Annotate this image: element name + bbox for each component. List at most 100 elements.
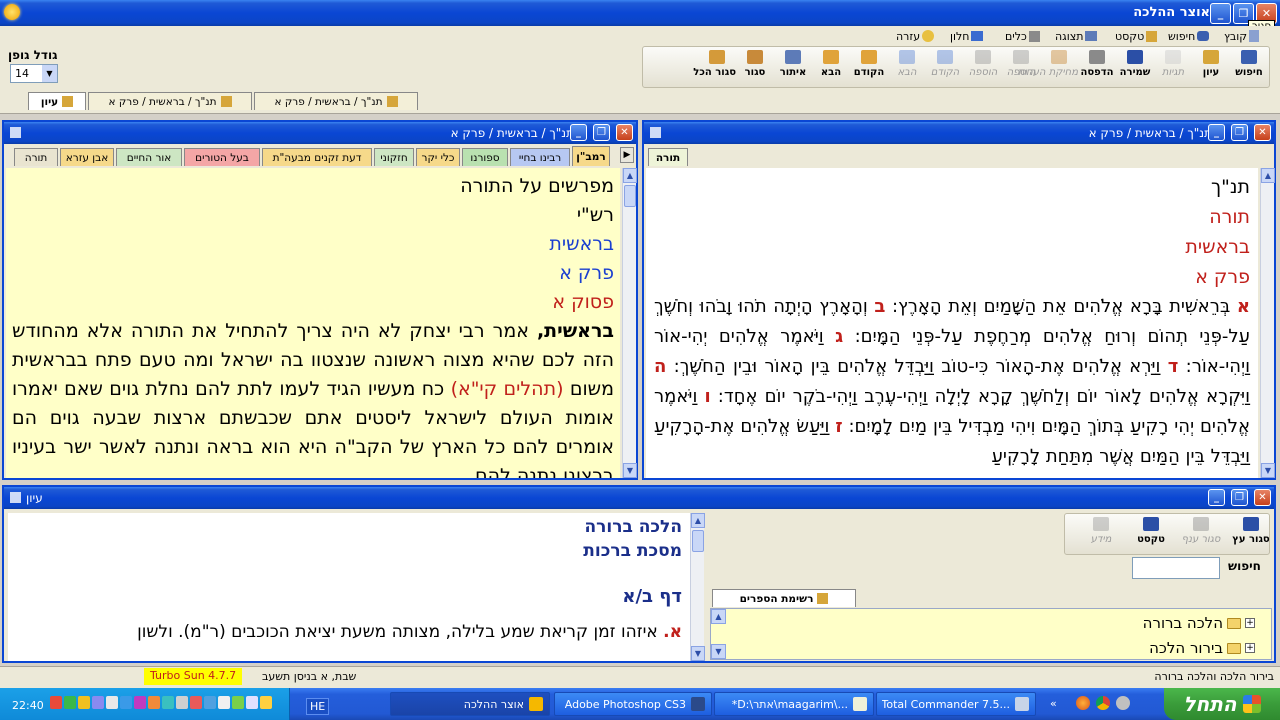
menu-search[interactable]: חיפוש xyxy=(1168,29,1210,43)
tray-icon[interactable] xyxy=(232,696,244,709)
commentary-tab-9[interactable]: תורה xyxy=(14,148,58,166)
tray-icon[interactable] xyxy=(106,696,118,709)
commentary-tab-2[interactable]: ספורנו xyxy=(462,148,508,166)
tray-icon[interactable] xyxy=(120,696,132,709)
taskbar-task-2[interactable]: Adobe Photoshop CS3 xyxy=(554,692,712,716)
menu-file[interactable]: קובץ xyxy=(1224,29,1260,43)
menu-window[interactable]: חלון xyxy=(950,29,984,43)
minimize-button[interactable]: _ xyxy=(1210,3,1231,24)
tree-node[interactable]: + הלכה ברורה xyxy=(1143,613,1255,633)
commentary-tab-8[interactable]: אבן עזרא xyxy=(60,148,114,166)
language-indicator[interactable]: HE xyxy=(306,698,330,715)
menu-view[interactable]: תצוגה xyxy=(1055,29,1098,43)
verse-number[interactable]: ז xyxy=(835,416,842,437)
left-maximize-button[interactable]: ❐ xyxy=(593,124,610,141)
tree-toolbar-button-0[interactable]: סגור עץ xyxy=(1228,515,1274,553)
doc-tab-iyun[interactable]: עיון xyxy=(28,92,86,110)
left-scrollbar[interactable]: ▲ ▼ xyxy=(622,168,637,478)
bottom-close-button[interactable]: ✕ xyxy=(1254,489,1271,506)
bottom-minimize-button[interactable]: _ xyxy=(1208,489,1225,506)
tray-icon[interactable] xyxy=(92,696,104,709)
verse-number[interactable]: ו xyxy=(704,386,710,407)
source-reference[interactable]: (תהלים קי"א) xyxy=(451,378,564,400)
tree-toolbar-button-3[interactable]: מידע xyxy=(1078,515,1124,553)
font-size-select[interactable]: 14 ▼ xyxy=(10,64,58,83)
toolbar-button-12[interactable]: איתור xyxy=(774,48,812,86)
right-close-button[interactable]: ✕ xyxy=(1254,124,1271,141)
tray-icon[interactable] xyxy=(78,696,90,709)
firefox-icon[interactable] xyxy=(1076,696,1090,710)
commentary-tab-7[interactable]: אור החיים xyxy=(116,148,182,166)
tree-toolbar-button-2[interactable]: טקסט xyxy=(1128,515,1174,553)
left-minimize-button[interactable]: _ xyxy=(570,124,587,141)
tray-icon[interactable] xyxy=(204,696,216,709)
toolbar-button-7[interactable]: הוספה xyxy=(964,48,1002,86)
toolbar-button-6[interactable]: הוספה xyxy=(1002,48,1040,86)
toolbar-button-8[interactable]: הקודם xyxy=(926,48,964,86)
verse-number[interactable]: ג xyxy=(835,326,843,347)
verse-number[interactable]: א xyxy=(1237,296,1250,317)
tray-icon[interactable] xyxy=(260,696,272,709)
left-close-button[interactable]: ✕ xyxy=(616,124,633,141)
expand-icon[interactable]: « xyxy=(1050,697,1057,710)
menu-text[interactable]: טקסט xyxy=(1115,29,1158,43)
toolbar-button-13[interactable]: סגור xyxy=(736,48,774,86)
tab-scroll-right[interactable]: ▶ xyxy=(620,147,634,163)
tree-scroll-down[interactable]: ▼ xyxy=(711,644,726,659)
commentary-tab-3[interactable]: כלי יקר xyxy=(416,148,460,166)
tray-icon[interactable] xyxy=(218,696,230,709)
menu-help[interactable]: עזרה xyxy=(896,29,935,43)
doc-tab-bereshit-2[interactable]: תנ"ך / בראשית / פרק א xyxy=(254,92,418,110)
chrome-icon[interactable] xyxy=(1096,696,1110,710)
tab-torah[interactable]: תורה xyxy=(648,148,688,166)
start-button[interactable]: התחל xyxy=(1164,688,1280,720)
commentary-tab-4[interactable]: חזקוני xyxy=(374,148,414,166)
toolbar-button-14[interactable]: סגור הכל xyxy=(693,48,736,86)
doc-tab-bereshit-1[interactable]: תנ"ך / בראשית / פרק א xyxy=(88,92,252,110)
iyun-scrollbar[interactable]: ▲ ▼ xyxy=(690,513,705,661)
tray-icon[interactable] xyxy=(162,696,174,709)
commentary-tab-6[interactable]: בעל הטורים xyxy=(184,148,260,166)
taskbar-task-0[interactable]: Total Commander 7.5... xyxy=(876,692,1036,716)
scroll-thumb[interactable] xyxy=(692,530,704,552)
toolbar-button-9[interactable]: הבא xyxy=(888,48,926,86)
tree-node[interactable]: + בירור הלכה xyxy=(1149,638,1255,658)
toolbar-button-4[interactable]: הדפסה xyxy=(1078,48,1116,86)
menu-tools[interactable]: כלים xyxy=(1005,29,1040,43)
expand-icon[interactable]: + xyxy=(1245,643,1255,653)
toolbar-button-0[interactable]: חיפוש xyxy=(1230,48,1268,86)
tree-search-input[interactable] xyxy=(1132,557,1220,579)
toolbar-button-1[interactable]: עיון xyxy=(1192,48,1230,86)
commentary-tab-1[interactable]: רבינו בחיי xyxy=(510,148,570,166)
chevron-down-icon[interactable]: ▼ xyxy=(42,65,57,82)
tray-icon[interactable] xyxy=(134,696,146,709)
tray-icon[interactable] xyxy=(64,696,76,709)
taskbar-task-3[interactable]: אוצר ההלכה xyxy=(390,692,550,716)
scroll-thumb[interactable] xyxy=(624,185,636,207)
verse-number[interactable]: ה xyxy=(654,356,666,377)
tray-icon[interactable] xyxy=(190,696,202,709)
expand-icon[interactable]: + xyxy=(1245,618,1255,628)
toolbar-button-11[interactable]: הבא xyxy=(812,48,850,86)
tree-scroll-up[interactable]: ▲ xyxy=(711,609,726,624)
clock[interactable]: 22:40 xyxy=(12,699,44,712)
tab-book-list[interactable]: רשימת הספרים xyxy=(712,589,856,607)
tray-icon[interactable] xyxy=(176,696,188,709)
taskbar-task-1[interactable]: *D:\אתר\maagarim\... xyxy=(714,692,874,716)
toolbar-button-5[interactable]: מחיקת הערות xyxy=(1018,48,1078,86)
tray-icon[interactable] xyxy=(148,696,160,709)
commentary-tab-5[interactable]: דעת זקנים מבעה"ת xyxy=(262,148,372,166)
commentary-tab-0[interactable]: רמב"ן xyxy=(572,146,610,166)
disk-icon[interactable] xyxy=(1116,696,1130,710)
verse-number[interactable]: ב xyxy=(874,296,885,317)
bottom-maximize-button[interactable]: ❐ xyxy=(1231,489,1248,506)
toolbar-button-3[interactable]: שמירה xyxy=(1116,48,1154,86)
tree-toolbar-button-1[interactable]: סגור ענף xyxy=(1178,515,1224,553)
right-minimize-button[interactable]: _ xyxy=(1208,124,1225,141)
tray-icon[interactable] xyxy=(246,696,258,709)
right-maximize-button[interactable]: ❐ xyxy=(1231,124,1248,141)
tray-icon[interactable] xyxy=(50,696,62,709)
right-scrollbar[interactable]: ▲ ▼ xyxy=(1260,168,1275,478)
toolbar-button-2[interactable]: תגיות xyxy=(1154,48,1192,86)
verse-number[interactable]: ד xyxy=(1168,356,1179,377)
